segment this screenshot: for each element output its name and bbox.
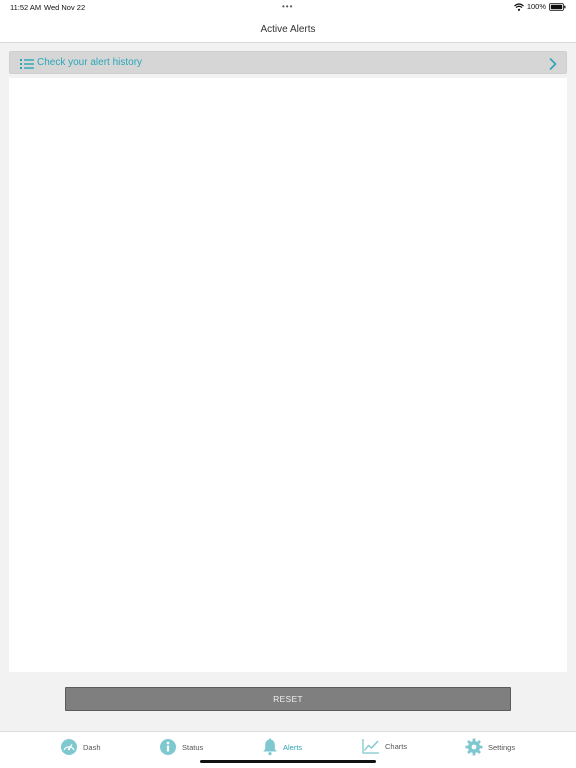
tab-label: Charts — [385, 741, 408, 751]
multitasking-dots[interactable]: ••• — [282, 2, 293, 11]
line-chart-icon — [362, 738, 380, 754]
dash-gauge-icon — [60, 738, 78, 756]
tab-settings[interactable]: Settings — [465, 738, 515, 756]
active-alerts-list — [9, 78, 567, 672]
status-time: 11:52 AM — [10, 3, 42, 12]
alert-history-label: Check your alert history — [37, 57, 143, 68]
bell-icon — [262, 738, 278, 756]
list-icon — [20, 57, 34, 69]
battery-icon — [549, 2, 566, 11]
tab-label: Status — [182, 742, 204, 752]
tab-bar: Dash Status Alerts Charts Settings — [0, 731, 576, 768]
reset-button[interactable]: RESET — [65, 687, 511, 711]
status-bar: 11:52 AM Wed Nov 22 ••• 100% — [0, 0, 576, 16]
tab-status[interactable]: Status — [159, 738, 203, 756]
chevron-right-icon — [549, 57, 557, 75]
tab-label: Dash — [83, 742, 101, 752]
battery-percentage: 100% — [526, 2, 546, 11]
status-date: Wed Nov 22 — [44, 3, 86, 12]
tab-dash[interactable]: Dash — [60, 738, 101, 756]
page-title: Active Alerts — [260, 23, 316, 35]
wifi-icon — [513, 2, 524, 11]
alert-history-button[interactable]: Check your alert history — [9, 51, 567, 74]
gear-icon — [465, 738, 483, 756]
tab-charts[interactable]: Charts — [362, 738, 407, 754]
tab-alerts[interactable]: Alerts — [262, 738, 302, 756]
home-indicator — [200, 760, 376, 763]
navigation-bar: Active Alerts — [0, 16, 576, 43]
tab-label: Settings — [488, 742, 516, 752]
status-right: 100% — [513, 2, 566, 11]
tab-label: Alerts — [283, 742, 303, 752]
info-icon — [159, 738, 177, 756]
